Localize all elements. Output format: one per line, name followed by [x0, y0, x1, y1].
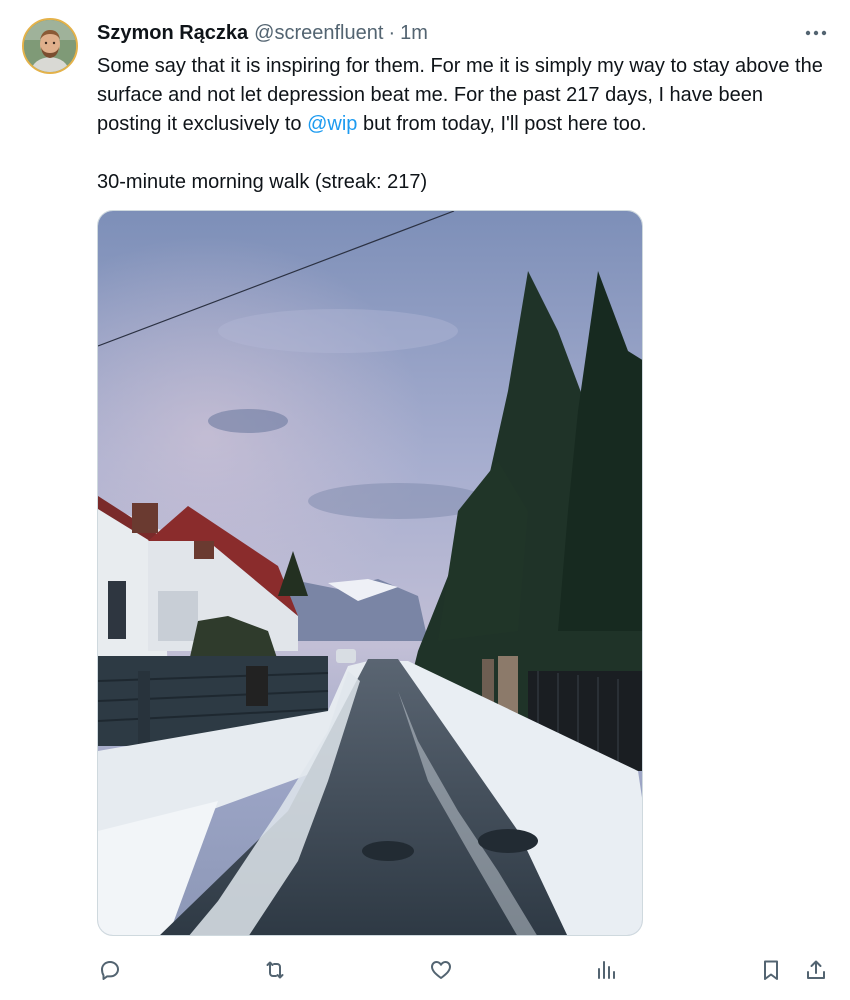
tweet-paragraph: 30-minute morning walk (streak: 217)	[97, 171, 428, 193]
mention-link[interactable]: @wip	[307, 113, 357, 135]
retweet-icon	[266, 961, 284, 979]
tweet-text: Some say that it is inspiring for them. …	[97, 52, 827, 197]
reply-button[interactable]	[95, 955, 125, 985]
tweet-card[interactable]: Szymon Rączka @screenfluent · 1m Some sa…	[0, 0, 850, 1000]
tweet-header: Szymon Rączka @screenfluent · 1m	[97, 20, 428, 46]
like-icon	[431, 961, 451, 979]
tweet-paragraph: Some say that it is inspiring for them. …	[97, 52, 827, 139]
avatar[interactable]	[22, 18, 78, 74]
tweet-text-part: but from today, I'll post here too.	[357, 113, 647, 135]
views-button[interactable]	[591, 955, 621, 985]
timestamp[interactable]: 1m	[400, 22, 428, 45]
avatar-image	[24, 20, 76, 72]
author-handle[interactable]: @screenfluent	[254, 22, 383, 45]
more-options-button[interactable]	[802, 22, 830, 44]
like-button[interactable]	[426, 955, 456, 985]
header-separator: ·	[388, 21, 396, 44]
more-horizontal-icon	[805, 30, 827, 36]
tweet-actions	[0, 955, 850, 989]
retweet-button[interactable]	[260, 955, 290, 985]
bookmark-icon	[764, 960, 778, 980]
reply-icon	[101, 961, 119, 980]
share-icon	[807, 960, 825, 979]
winter-street-photo	[98, 211, 642, 935]
author-name[interactable]: Szymon Rączka	[97, 22, 248, 45]
share-button[interactable]	[801, 955, 831, 985]
tweet-photo[interactable]	[97, 210, 643, 936]
views-icon	[598, 961, 615, 979]
bookmark-button[interactable]	[756, 955, 786, 985]
